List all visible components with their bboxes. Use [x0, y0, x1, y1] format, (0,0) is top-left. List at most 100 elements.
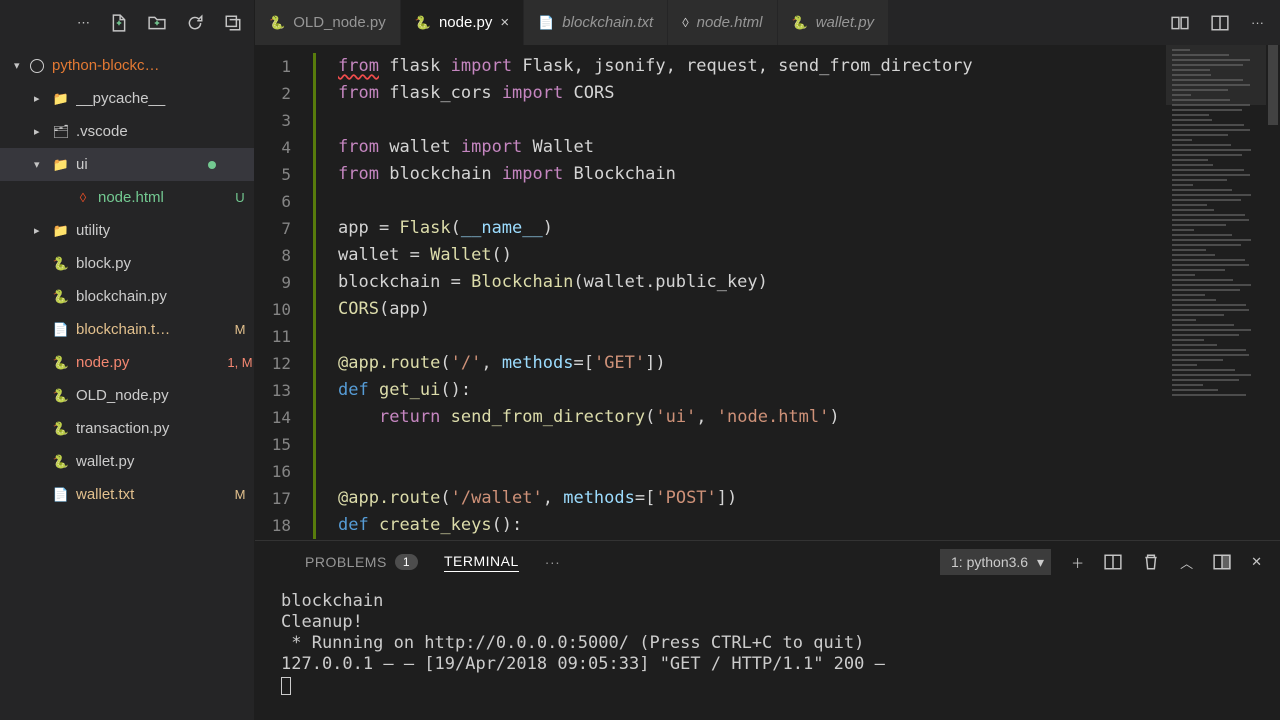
file-icon: 📁 — [50, 91, 72, 107]
panel-tab-terminal[interactable]: TERMINAL — [444, 553, 519, 572]
explorer-sidebar: ⋯ python-blockc… 📁__pycache__🗂.vscode📁ui… — [0, 0, 255, 720]
compare-changes-icon[interactable] — [1171, 14, 1189, 32]
terminal-select[interactable]: 1: python3.6 — [940, 549, 1051, 575]
new-file-icon[interactable] — [110, 14, 128, 32]
terminal-cursor — [281, 677, 291, 695]
file-icon: 🐍 — [50, 355, 72, 371]
collapse-all-icon[interactable] — [224, 14, 242, 32]
tree-file[interactable]: 🐍transaction.py — [0, 412, 254, 445]
kill-terminal-icon[interactable] — [1142, 553, 1160, 571]
file-icon: 📄 — [50, 487, 72, 503]
tree-file[interactable]: 🐍wallet.py — [0, 445, 254, 478]
git-dot-icon — [208, 161, 216, 169]
tree-folder[interactable]: 🗂.vscode — [0, 115, 254, 148]
editor-tab[interactable]: 📄 blockchain.txt — [524, 0, 668, 45]
chevron-down-icon — [14, 59, 30, 72]
file-icon: 📄 — [50, 322, 72, 338]
tree-file[interactable]: 🐍blockchain.py — [0, 280, 254, 313]
panel-maximize-icon[interactable] — [1213, 553, 1231, 571]
tree-file[interactable]: 📄wallet.txtM — [0, 478, 254, 511]
tree-file[interactable]: 🐍OLD_node.py — [0, 379, 254, 412]
tab-label: node.html — [697, 14, 763, 31]
tree-item-label: ui — [76, 156, 208, 173]
more-icon[interactable]: ⋯ — [77, 15, 90, 31]
chevron-icon — [34, 125, 50, 138]
file-tree: python-blockc… 📁__pycache__🗂.vscode📁ui◊n… — [0, 45, 254, 720]
tab-label: OLD_node.py — [293, 14, 386, 31]
panel-collapse-icon[interactable]: ︿ — [1180, 553, 1193, 572]
root-label: python-blockc… — [52, 57, 254, 74]
tree-item-label: node.py — [76, 354, 226, 371]
tree-file[interactable]: 📄blockchain.t…M — [0, 313, 254, 346]
tab-file-icon: 📄 — [538, 15, 554, 31]
explorer-toolbar: ⋯ — [0, 0, 254, 45]
editor-tab[interactable]: 🐍 OLD_node.py — [255, 0, 401, 45]
tab-bar: 🐍 OLD_node.py 🐍 node.py × 📄 blockchain.txt ◊ nod… — [255, 0, 1280, 45]
code-editor[interactable]: 123456789101112131415161718 from flask i… — [255, 45, 1280, 540]
problems-count-badge: 1 — [395, 554, 418, 570]
file-icon: 🐍 — [50, 256, 72, 272]
scrollbar-thumb[interactable] — [1268, 45, 1278, 125]
chevron-icon — [34, 224, 50, 237]
tree-folder[interactable]: 📁__pycache__ — [0, 82, 254, 115]
more-actions-icon[interactable]: ··· — [1251, 15, 1264, 30]
tree-item-label: utility — [76, 222, 226, 239]
tab-label: blockchain.txt — [562, 14, 653, 31]
panel-tab-problems[interactable]: PROBLEMS 1 — [305, 554, 418, 570]
tree-folder[interactable]: 📁utility — [0, 214, 254, 247]
tree-item-label: wallet.txt — [76, 486, 226, 503]
tabbar-actions: ··· — [1155, 0, 1280, 45]
tree-item-label: node.html — [98, 189, 226, 206]
editor-area: 🐍 OLD_node.py 🐍 node.py × 📄 blockchain.txt ◊ nod… — [255, 0, 1280, 720]
tree-file[interactable]: 🐍node.py1, M — [0, 346, 254, 379]
tree-item-label: OLD_node.py — [76, 387, 226, 404]
tree-folder[interactable]: 📁ui — [0, 148, 254, 181]
tab-file-icon: 🐍 — [792, 15, 808, 31]
minimap-lines — [1172, 49, 1260, 399]
new-terminal-icon[interactable]: ＋ — [1071, 553, 1084, 572]
tab-label: wallet.py — [816, 14, 874, 31]
tab-close-icon[interactable]: × — [500, 14, 509, 31]
file-icon: 📁 — [50, 223, 72, 239]
vertical-scrollbar[interactable] — [1266, 45, 1280, 540]
editor-tab[interactable]: 🐍 node.py × — [401, 0, 524, 45]
tab-file-icon: 🐍 — [415, 15, 431, 31]
panel-actions: 1: python3.6 ＋ ︿ ✕ — [940, 549, 1262, 575]
file-icon: 🗂 — [50, 124, 72, 140]
tree-item-label: blockchain.t… — [76, 321, 226, 338]
git-status-label: 1, M — [226, 355, 254, 370]
terminal-output[interactable]: blockchain Cleanup! * Running on http://… — [255, 583, 1280, 720]
editor-tab[interactable]: 🐍 wallet.py — [778, 0, 890, 45]
file-icon: 📁 — [50, 157, 72, 173]
file-icon: 🐍 — [50, 388, 72, 404]
code-content[interactable]: from flask import Flask, jsonify, reques… — [315, 45, 1166, 540]
panel-tabs: PROBLEMS 1 TERMINAL ··· 1: python3.6 ＋ — [255, 541, 1280, 583]
line-gutter: 123456789101112131415161718 — [255, 45, 315, 540]
minimap[interactable] — [1166, 45, 1266, 540]
refresh-icon[interactable] — [186, 14, 204, 32]
tree-file[interactable]: 🐍block.py — [0, 247, 254, 280]
file-icon: ◊ — [72, 190, 94, 205]
git-status-label: M — [226, 487, 254, 502]
chevron-icon — [34, 158, 50, 171]
file-icon: 🐍 — [50, 421, 72, 437]
tab-file-icon: 🐍 — [269, 15, 285, 31]
tree-item-label: __pycache__ — [76, 90, 226, 107]
tab-label: node.py — [439, 14, 492, 31]
tree-item-label: .vscode — [76, 123, 226, 140]
panel-tab-more[interactable]: ··· — [545, 554, 561, 570]
tree-item-label: block.py — [76, 255, 226, 272]
file-icon: 🐍 — [50, 289, 72, 305]
tree-item-label: blockchain.py — [76, 288, 226, 305]
tree-file[interactable]: ◊node.htmlU — [0, 181, 254, 214]
chevron-icon — [34, 92, 50, 105]
tab-file-icon: ◊ — [682, 15, 688, 30]
split-terminal-icon[interactable] — [1104, 553, 1122, 571]
tree-root[interactable]: python-blockc… — [0, 49, 254, 82]
panel-close-icon[interactable]: ✕ — [1251, 554, 1262, 570]
new-folder-icon[interactable] — [148, 14, 166, 32]
bottom-panel: PROBLEMS 1 TERMINAL ··· 1: python3.6 ＋ — [255, 540, 1280, 720]
split-editor-icon[interactable] — [1211, 14, 1229, 32]
editor-tab[interactable]: ◊ node.html — [668, 0, 777, 45]
git-status-label: M — [226, 322, 254, 337]
